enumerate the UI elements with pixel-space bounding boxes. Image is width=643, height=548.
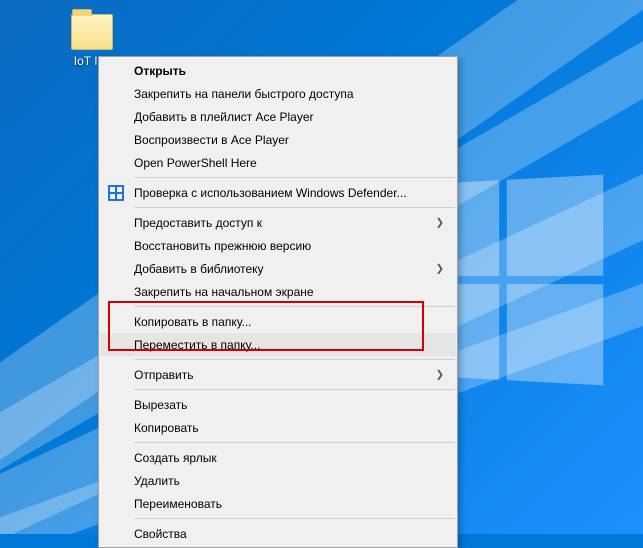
menu-label: Предоставить доступ к	[134, 216, 262, 230]
folder-icon	[71, 14, 113, 50]
menu-separator	[134, 207, 455, 208]
chevron-right-icon: ❯	[436, 217, 444, 228]
menu-defender-scan[interactable]: Проверка с использованием Windows Defend…	[100, 181, 456, 204]
menu-add-ace-playlist[interactable]: Добавить в плейлист Ace Player	[100, 105, 456, 128]
menu-separator	[134, 306, 455, 307]
menu-separator	[134, 518, 455, 519]
menu-rename[interactable]: Переименовать	[100, 492, 456, 515]
menu-create-shortcut[interactable]: Создать ярлык	[100, 446, 456, 469]
menu-label: Проверка с использованием Windows Defend…	[134, 186, 407, 200]
menu-label: Добавить в плейлист Ace Player	[134, 110, 314, 124]
menu-label: Копировать в папку...	[134, 315, 252, 329]
menu-label: Переместить в папку...	[134, 338, 260, 352]
menu-label: Закрепить на начальном экране	[134, 285, 314, 299]
menu-restore-previous[interactable]: Восстановить прежнюю версию	[100, 234, 456, 257]
menu-open[interactable]: Открыть	[100, 59, 456, 82]
menu-pin-quick-access[interactable]: Закрепить на панели быстрого доступа	[100, 82, 456, 105]
menu-label: Удалить	[134, 474, 180, 488]
menu-play-ace[interactable]: Воспроизвести в Ace Player	[100, 128, 456, 151]
menu-label: Отправить	[134, 368, 194, 382]
menu-cut[interactable]: Вырезать	[100, 393, 456, 416]
menu-label: Открыть	[134, 64, 186, 78]
menu-separator	[134, 177, 455, 178]
menu-send-to[interactable]: Отправить ❯	[100, 363, 456, 386]
menu-label: Open PowerShell Here	[134, 156, 257, 170]
menu-delete[interactable]: Удалить	[100, 469, 456, 492]
menu-label: Восстановить прежнюю версию	[134, 239, 311, 253]
menu-label: Вырезать	[134, 398, 187, 412]
menu-label: Воспроизвести в Ace Player	[134, 133, 289, 147]
chevron-right-icon: ❯	[436, 369, 444, 380]
menu-label: Создать ярлык	[134, 451, 217, 465]
menu-pin-start[interactable]: Закрепить на начальном экране	[100, 280, 456, 303]
menu-open-powershell[interactable]: Open PowerShell Here	[100, 151, 456, 174]
menu-separator	[134, 359, 455, 360]
menu-copy-to-folder[interactable]: Копировать в папку...	[100, 310, 456, 333]
menu-give-access[interactable]: Предоставить доступ к ❯	[100, 211, 456, 234]
menu-move-to-folder[interactable]: Переместить в папку...	[100, 333, 456, 356]
shield-icon	[108, 185, 124, 201]
menu-label: Переименовать	[134, 497, 222, 511]
context-menu: Открыть Закрепить на панели быстрого дос…	[98, 56, 458, 548]
menu-label: Добавить в библиотеку	[134, 262, 264, 276]
menu-label: Закрепить на панели быстрого доступа	[134, 87, 354, 101]
menu-add-to-library[interactable]: Добавить в библиотеку ❯	[100, 257, 456, 280]
menu-separator	[134, 389, 455, 390]
menu-copy[interactable]: Копировать	[100, 416, 456, 439]
menu-label: Копировать	[134, 421, 199, 435]
menu-separator	[134, 442, 455, 443]
chevron-right-icon: ❯	[436, 263, 444, 274]
